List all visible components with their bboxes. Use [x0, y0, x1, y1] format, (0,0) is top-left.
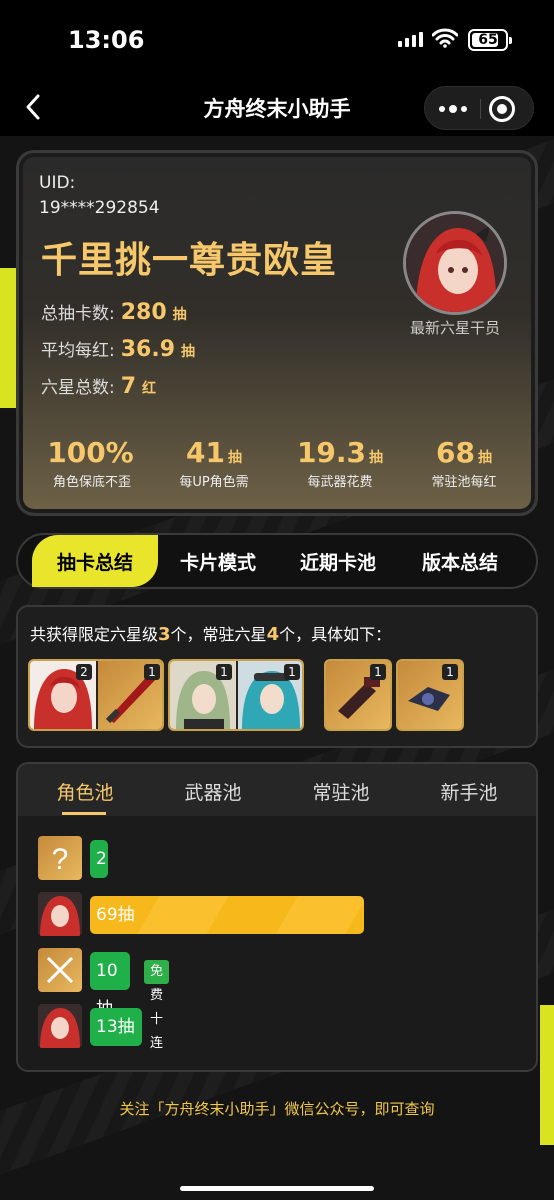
summary-unit: 抽: [227, 450, 242, 466]
free-ten-pull-badge: 免费十连: [144, 960, 170, 1051]
tab-standard-pool[interactable]: 常驻池: [276, 778, 406, 805]
background-accent-right: [540, 1005, 554, 1145]
summary-label: 常驻池每红: [431, 475, 497, 490]
signal-icon: [398, 31, 423, 47]
stat-value: 280: [120, 300, 167, 325]
stat-six-star-total: 六星总数: 7 红: [41, 373, 156, 399]
standard-count: 4: [266, 624, 280, 645]
stat-value: 7: [120, 374, 137, 399]
pull-count-bar: 10抽: [90, 952, 130, 1019]
summary-standard-pool: 68 抽 常驻池每红: [399, 436, 529, 490]
nav-bar: 方舟终末小助手: [0, 80, 554, 136]
summary-value: 68: [436, 436, 475, 469]
summary-unit: 抽: [369, 450, 384, 466]
svg-text:?: ?: [52, 843, 69, 876]
operator-portrait: [38, 892, 82, 936]
status-time: 13:06: [68, 26, 145, 54]
uid-value: 19****292854: [39, 198, 160, 218]
status-bar: 13:06 65: [0, 0, 554, 80]
battery-icon: 65: [468, 29, 512, 51]
stat-avg-per-six-star: 平均每红: 36.9 抽: [41, 336, 195, 362]
pool-tabs: 角色池 武器池 常驻池 新手池: [18, 764, 536, 816]
latest-operator-avatar[interactable]: [403, 211, 507, 315]
operator-portrait: 1: [238, 661, 302, 729]
home-indicator: [180, 1186, 374, 1191]
rank-title: 千里挑一尊贵欧皇: [41, 240, 338, 281]
tile-count: 1: [216, 664, 232, 680]
cross-icon: [38, 948, 82, 992]
stat-total-pulls: 总抽卡数: 280 抽: [41, 299, 187, 325]
close-mini-program-icon[interactable]: [489, 96, 515, 122]
summary-weapon-cost: 19.3 抽 每武器花费: [275, 436, 405, 490]
summary-value: 100%: [47, 436, 134, 469]
obtained-six-stars-panel: 共获得限定六星级3个，常驻六星4个，具体如下： 2 1 1 1 1 1: [16, 605, 538, 748]
weapon-icon: 1: [98, 661, 162, 729]
operator-portrait: 1: [170, 661, 236, 729]
capsule-divider: [480, 99, 481, 119]
pull-count-bar: 2: [90, 840, 108, 878]
obtained-mid: 个，常驻六星: [170, 625, 267, 644]
tile-count: 1: [284, 664, 300, 680]
operator-portrait: [38, 1004, 82, 1048]
tab-card-mode[interactable]: 卡片模式: [158, 535, 278, 587]
summary-value: 41: [186, 436, 225, 469]
tile-count: 1: [144, 664, 160, 680]
obtained-tile-pair[interactable]: 2 1: [28, 659, 164, 731]
obtained-suffix: 个，具体如下：: [279, 625, 392, 644]
obtained-prefix: 共获得限定六星级: [30, 625, 159, 644]
stat-label: 总抽卡数:: [41, 304, 115, 324]
stat-unit: 抽: [172, 307, 187, 323]
more-icon[interactable]: [425, 87, 480, 131]
latest-operator-label: 最新六星干员: [409, 319, 500, 337]
tab-recent-pools[interactable]: 近期卡池: [278, 535, 398, 587]
main-tabs: 抽卡总结 卡片模式 近期卡池 版本总结: [16, 533, 538, 589]
summary-label: 每武器花费: [307, 475, 373, 490]
profile-card: UID: 19****292854 千里挑一尊贵欧皇 总抽卡数: 280 抽 平…: [16, 150, 538, 516]
battery-level: 65: [478, 32, 498, 48]
summary-label: 每UP角色需: [179, 475, 249, 490]
summary-unit: 抽: [477, 450, 492, 466]
mini-program-capsule: [424, 86, 534, 130]
tile-count: 2: [76, 664, 92, 680]
tab-version-summary[interactable]: 版本总结: [400, 535, 520, 587]
tab-weapon-pool[interactable]: 武器池: [148, 778, 278, 805]
footer-hint: 关注「方舟终末小助手」微信公众号，即可查询: [119, 1100, 435, 1118]
tab-pull-summary[interactable]: 抽卡总结: [32, 535, 158, 587]
tile-count: 1: [442, 664, 458, 680]
limited-count: 3: [158, 624, 171, 645]
obtained-tile-pair[interactable]: 1 1: [168, 659, 304, 731]
uid-label: UID:: [39, 173, 76, 193]
pull-count-bar: 69抽: [90, 896, 364, 934]
pool-panel: 角色池 武器池 常驻池 新手池 ? 2 69抽 10抽 免费十连 13抽: [16, 762, 538, 1072]
obtained-summary-text: 共获得限定六星级3个，常驻六星4个，具体如下：: [30, 621, 391, 645]
summary-label: 角色保底不歪: [52, 475, 131, 490]
question-icon: ?: [38, 836, 82, 880]
tab-beginner-pool[interactable]: 新手池: [404, 778, 534, 805]
background-accent-left: [0, 268, 16, 408]
obtained-weapon-tile[interactable]: 1: [324, 659, 392, 731]
summary-per-up: 41 抽 每UP角色需: [149, 436, 279, 490]
stat-unit: 红: [142, 381, 157, 397]
obtained-weapon-tile[interactable]: 1: [396, 659, 464, 731]
active-tab-indicator: [62, 812, 106, 815]
stat-value: 36.9: [120, 337, 176, 362]
wifi-icon: [432, 28, 458, 48]
summary-value: 19.3: [296, 436, 367, 469]
stat-label: 六星总数:: [41, 378, 115, 398]
summary-guarantee: 100% 角色保底不歪: [27, 436, 157, 490]
stat-unit: 抽: [181, 344, 196, 360]
tile-count: 1: [370, 664, 386, 680]
stat-label: 平均每红:: [41, 341, 115, 361]
operator-portrait: 2: [30, 661, 96, 729]
operator-portrait: [406, 214, 504, 312]
tab-character-pool[interactable]: 角色池: [20, 778, 150, 805]
pull-count-bar: 13抽: [90, 1008, 142, 1046]
